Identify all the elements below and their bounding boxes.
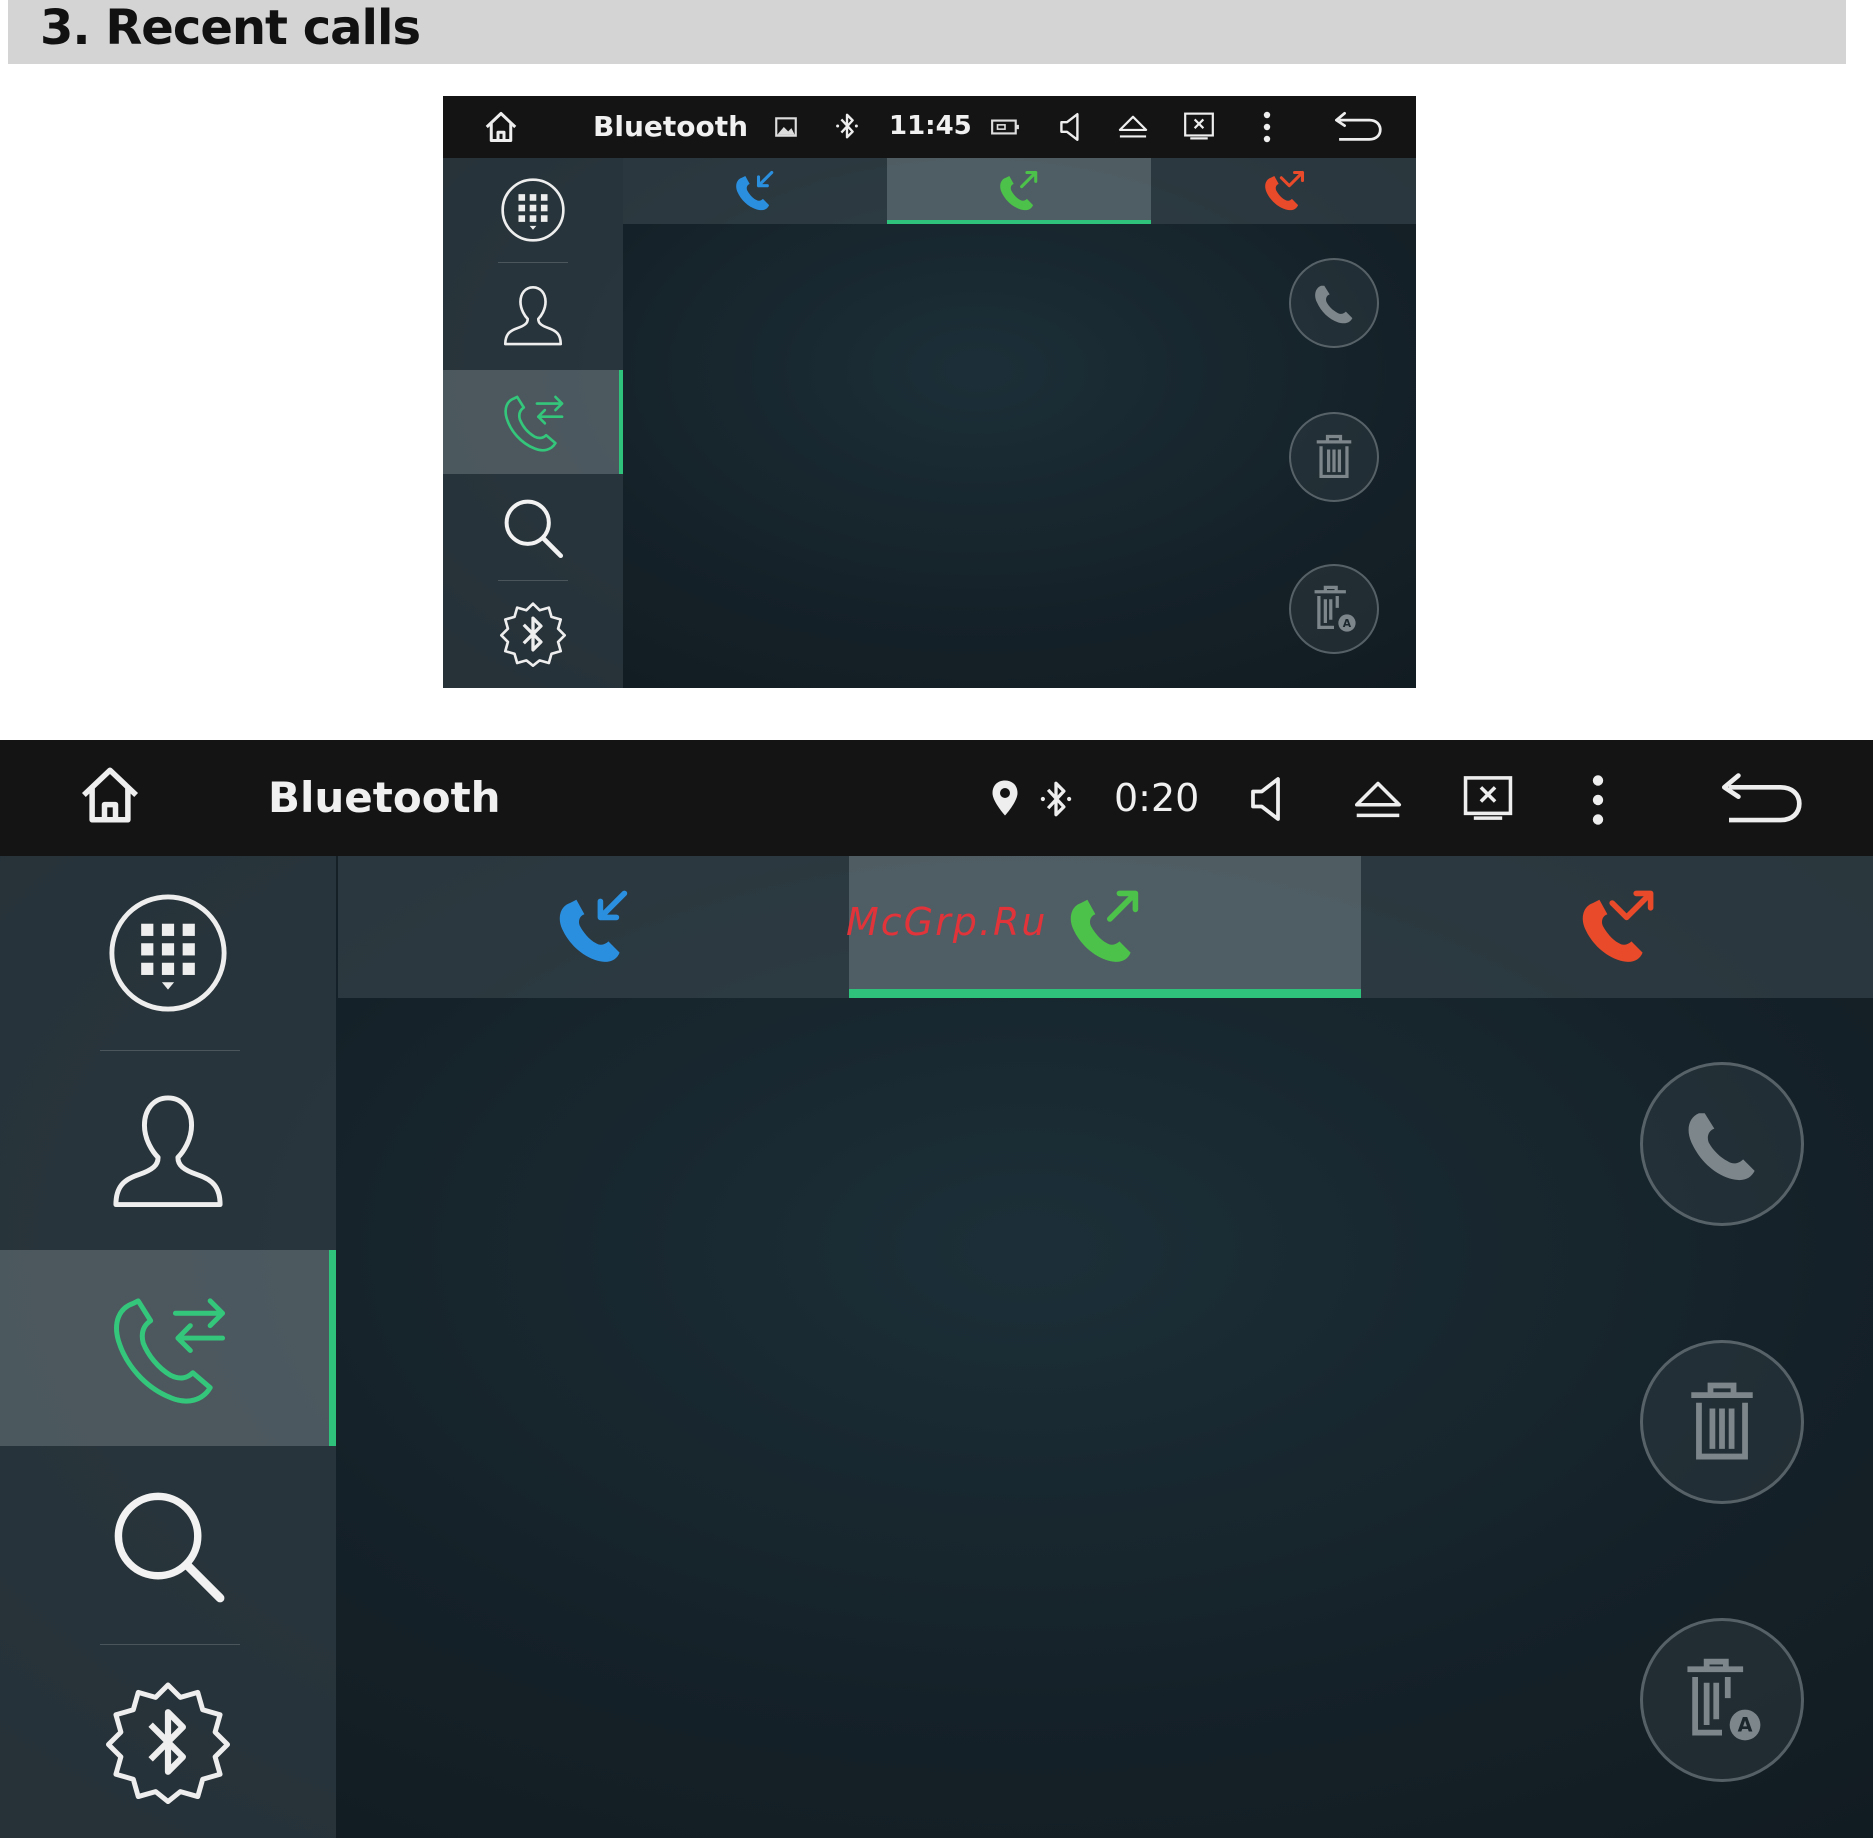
screenshot-small: Bluetooth 11:45 xyxy=(443,96,1416,688)
sidebar-item-recent-calls[interactable] xyxy=(443,370,623,474)
tab-outgoing[interactable] xyxy=(887,158,1151,224)
divider xyxy=(498,580,568,581)
sidebar-item-dialpad[interactable] xyxy=(0,856,336,1050)
sidebar-item-recent-calls[interactable] xyxy=(0,1250,336,1446)
missed-call-icon xyxy=(1262,169,1306,213)
back-icon[interactable] xyxy=(1722,772,1804,826)
delete-all-icon xyxy=(1674,1652,1770,1748)
dialpad-icon xyxy=(107,892,229,1014)
section-header: 3. Recent calls xyxy=(8,0,1846,64)
bluetooth-icon xyxy=(835,111,859,141)
picture-icon xyxy=(773,114,799,140)
eject-icon[interactable] xyxy=(1352,776,1404,824)
screen-off-icon[interactable] xyxy=(1462,774,1514,822)
tab-incoming[interactable] xyxy=(338,856,849,998)
tab-missed[interactable] xyxy=(1361,856,1873,998)
sidebar xyxy=(443,158,623,688)
active-indicator xyxy=(619,370,623,474)
battery-icon xyxy=(990,116,1020,138)
more-menu-icon[interactable] xyxy=(1262,111,1272,143)
sidebar-item-search[interactable] xyxy=(443,476,623,580)
bluetooth-settings-icon xyxy=(500,601,566,667)
back-icon[interactable] xyxy=(1335,111,1383,143)
volume-icon[interactable] xyxy=(1248,774,1288,824)
delete-all-icon xyxy=(1307,582,1361,636)
section-title: 3. Recent calls xyxy=(40,0,421,56)
app-title: Bluetooth xyxy=(268,773,501,822)
more-menu-icon[interactable] xyxy=(1590,774,1606,826)
sidebar-item-bluetooth-settings[interactable] xyxy=(443,582,623,686)
call-icon xyxy=(1674,1096,1770,1192)
delete-all-button[interactable] xyxy=(1289,564,1379,654)
tab-incoming[interactable] xyxy=(623,158,887,224)
sidebar-item-contacts[interactable] xyxy=(0,1052,336,1248)
delete-button[interactable] xyxy=(1640,1340,1804,1504)
sidebar-item-dialpad[interactable] xyxy=(443,158,623,262)
active-tab-indicator xyxy=(887,220,1151,224)
active-indicator xyxy=(329,1250,336,1446)
incoming-call-icon xyxy=(733,169,777,213)
divider xyxy=(100,1050,240,1051)
eject-icon[interactable] xyxy=(1117,112,1149,142)
tab-missed[interactable] xyxy=(1151,158,1416,224)
contacts-icon xyxy=(106,1088,230,1212)
status-bar: Bluetooth 0:20 xyxy=(0,740,1873,856)
clock: 0:20 xyxy=(1114,776,1200,820)
divider xyxy=(100,1644,240,1645)
recent-calls-icon xyxy=(106,1286,230,1410)
delete-icon xyxy=(1307,430,1361,484)
sidebar-item-contacts[interactable] xyxy=(443,263,623,367)
sidebar-item-search[interactable] xyxy=(0,1448,336,1644)
contacts-icon xyxy=(500,282,566,348)
call-icon xyxy=(1307,276,1361,330)
screenshot-large: Bluetooth 0:20 McGrp.Ru xyxy=(0,740,1873,1838)
search-icon xyxy=(500,495,566,561)
bluetooth-settings-icon xyxy=(106,1680,230,1804)
volume-icon[interactable] xyxy=(1058,111,1084,143)
dialpad-icon xyxy=(500,177,566,243)
call-button[interactable] xyxy=(1640,1062,1804,1226)
screen-off-icon[interactable] xyxy=(1183,111,1215,141)
app-title: Bluetooth xyxy=(593,110,749,143)
sidebar-item-bluetooth-settings[interactable] xyxy=(0,1646,336,1838)
location-icon xyxy=(990,778,1020,818)
recent-calls-icon xyxy=(500,389,566,455)
outgoing-call-icon xyxy=(1065,887,1145,967)
missed-call-icon xyxy=(1577,887,1657,967)
delete-icon xyxy=(1674,1374,1770,1470)
call-type-tabs xyxy=(623,158,1416,224)
delete-button[interactable] xyxy=(1289,412,1379,502)
watermark: McGrp.Ru xyxy=(846,900,1048,944)
call-type-tabs xyxy=(338,856,1873,998)
call-button[interactable] xyxy=(1289,258,1379,348)
home-icon[interactable] xyxy=(481,109,521,145)
bluetooth-icon xyxy=(1038,778,1074,820)
active-tab-indicator xyxy=(849,989,1361,998)
home-icon[interactable] xyxy=(66,762,154,828)
incoming-call-icon xyxy=(554,887,634,967)
sidebar xyxy=(0,856,336,1838)
delete-all-button[interactable] xyxy=(1640,1618,1804,1782)
search-icon xyxy=(106,1484,230,1608)
outgoing-call-icon xyxy=(997,169,1041,213)
status-bar: Bluetooth 11:45 xyxy=(443,96,1416,158)
clock: 11:45 xyxy=(889,111,972,141)
